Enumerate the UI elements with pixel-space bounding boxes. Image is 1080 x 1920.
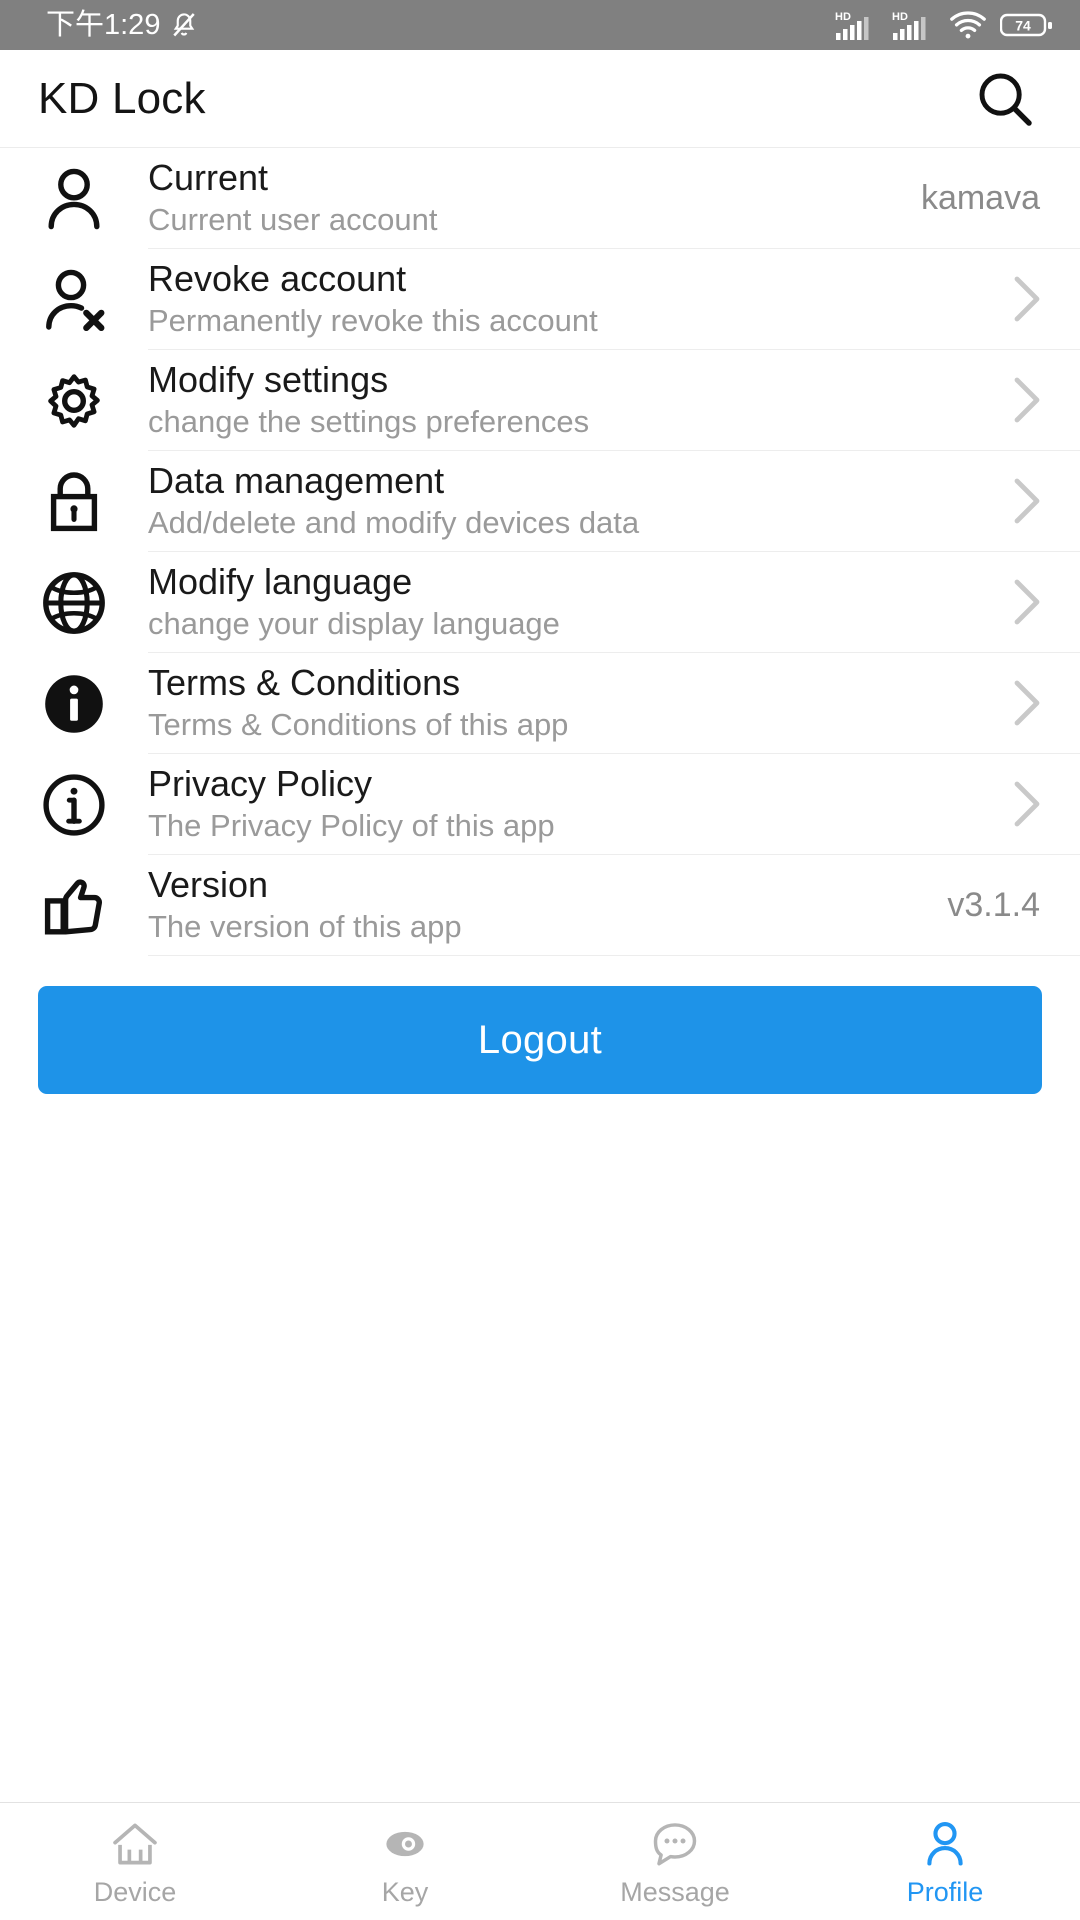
lock-icon (0, 451, 148, 552)
chevron-right-icon (1010, 576, 1044, 628)
list-item-title: Modify language (148, 561, 413, 603)
svg-text:HD: HD (892, 11, 908, 23)
chevron-right-icon (1010, 273, 1044, 325)
list-item-subtitle: The Privacy Policy of this app (148, 807, 555, 843)
list-item-title: Revoke account (148, 258, 407, 300)
logout-button[interactable]: Logout (38, 986, 1042, 1094)
list-item-subtitle: Add/delete and modify devices data (148, 504, 640, 540)
person-icon (0, 148, 148, 249)
settings-list: Current Current user account kamava Revo… (0, 148, 1080, 956)
list-item-privacy-policy[interactable]: Privacy Policy The Privacy Policy of thi… (0, 754, 1080, 855)
list-item-subtitle: Terms & Conditions of this app (148, 706, 569, 742)
list-item-title: Privacy Policy (148, 763, 373, 805)
status-bar: 下午1:29 HD HD 74 (0, 0, 1080, 50)
list-item-body: Revoke account Permanently revoke this a… (148, 249, 1080, 350)
gear-icon (0, 350, 148, 451)
page-title: KD Lock (38, 73, 206, 123)
list-item-subtitle: Permanently revoke this account (148, 302, 598, 338)
list-item-subtitle: Current user account (148, 201, 438, 237)
search-icon[interactable] (970, 64, 1040, 134)
chevron-right-icon (1010, 374, 1044, 426)
list-item-modify-language[interactable]: Modify language change your display lang… (0, 552, 1080, 653)
home-icon (109, 1818, 161, 1870)
app-screen: 下午1:29 HD HD 74 KD Lock Current Current … (0, 0, 1080, 1920)
logout-section: Logout (0, 956, 1080, 1094)
list-item-title: Data management (148, 460, 445, 502)
signal-bars-icon: HD (835, 9, 879, 41)
info-filled-icon (0, 653, 148, 754)
battery-level: 74 (1015, 18, 1031, 34)
list-item-texts: Revoke account Permanently revoke this a… (148, 258, 598, 339)
chevron-right-icon (1010, 778, 1044, 830)
chevron-right-icon (1010, 677, 1044, 729)
list-item-body: Data management Add/delete and modify de… (148, 451, 1080, 552)
list-item-texts: Data management Add/delete and modify de… (148, 460, 639, 541)
list-item-body: Privacy Policy The Privacy Policy of thi… (148, 754, 1080, 855)
nav-label-device: Device (93, 1876, 177, 1907)
list-item-terms-conditions[interactable]: Terms & Conditions Terms & Conditions of… (0, 653, 1080, 754)
list-item-subtitle: The version of this app (148, 908, 462, 944)
list-item-title: Version (148, 864, 269, 906)
svg-text:HD: HD (835, 11, 851, 23)
list-item-revoke-account[interactable]: Revoke account Permanently revoke this a… (0, 249, 1080, 350)
wifi-icon (949, 10, 987, 40)
list-item-title: Modify settings (148, 359, 389, 401)
list-item-data-management[interactable]: Data management Add/delete and modify de… (0, 451, 1080, 552)
nav-label-message: Message (620, 1876, 730, 1907)
list-item-value: kamava (920, 178, 1040, 217)
nav-item-key[interactable]: Key (270, 1803, 540, 1920)
list-item-body: Modify settings change the settings pref… (148, 350, 1080, 451)
list-item-value: v3.1.4 (947, 885, 1040, 924)
person-remove-icon (0, 249, 148, 350)
list-item-texts: Privacy Policy The Privacy Policy of thi… (148, 763, 555, 844)
profile-icon (919, 1818, 971, 1870)
bottom-navigation-bar: Device Key Message Profile (0, 1802, 1080, 1920)
key-icon (379, 1818, 431, 1870)
list-item-texts: Version The version of this app (148, 864, 462, 945)
thumbs-up-icon (0, 855, 148, 956)
list-item-modify-settings[interactable]: Modify settings change the settings pref… (0, 350, 1080, 451)
signal-bars-icon: HD (892, 9, 936, 41)
list-item-subtitle: change your display language (148, 605, 560, 641)
list-item-body: Terms & Conditions Terms & Conditions of… (148, 653, 1080, 754)
app-bar: KD Lock (0, 50, 1080, 148)
nav-label-key: Key (381, 1876, 429, 1907)
list-item-title: Current (148, 157, 269, 199)
battery-icon: 74 (1000, 10, 1054, 40)
bell-muted-icon (169, 10, 199, 40)
nav-item-message[interactable]: Message (540, 1803, 810, 1920)
status-bar-clock: 下午1:29 (46, 8, 161, 41)
list-item-texts: Terms & Conditions Terms & Conditions of… (148, 662, 568, 743)
list-item-body: Current Current user account kamava (148, 148, 1080, 249)
list-item-current[interactable]: Current Current user account kamava (0, 148, 1080, 249)
list-item-texts: Current Current user account (148, 157, 437, 238)
message-icon (649, 1818, 701, 1870)
nav-item-device[interactable]: Device (0, 1803, 270, 1920)
list-item-version[interactable]: Version The version of this app v3.1.4 (0, 855, 1080, 956)
list-item-texts: Modify language change your display lang… (148, 561, 560, 642)
list-item-body: Modify language change your display lang… (148, 552, 1080, 653)
info-outline-icon (0, 754, 148, 855)
chevron-right-icon (1010, 475, 1044, 527)
status-bar-left: 下午1:29 (46, 10, 199, 40)
list-item-body: Version The version of this app v3.1.4 (148, 855, 1080, 956)
nav-label-profile: Profile (906, 1876, 984, 1907)
status-bar-right: HD HD 74 (835, 9, 1054, 41)
list-item-title: Terms & Conditions (148, 662, 461, 704)
list-item-texts: Modify settings change the settings pref… (148, 359, 589, 440)
globe-icon (0, 552, 148, 653)
list-item-subtitle: change the settings preferences (148, 403, 590, 439)
nav-item-profile[interactable]: Profile (810, 1803, 1080, 1920)
